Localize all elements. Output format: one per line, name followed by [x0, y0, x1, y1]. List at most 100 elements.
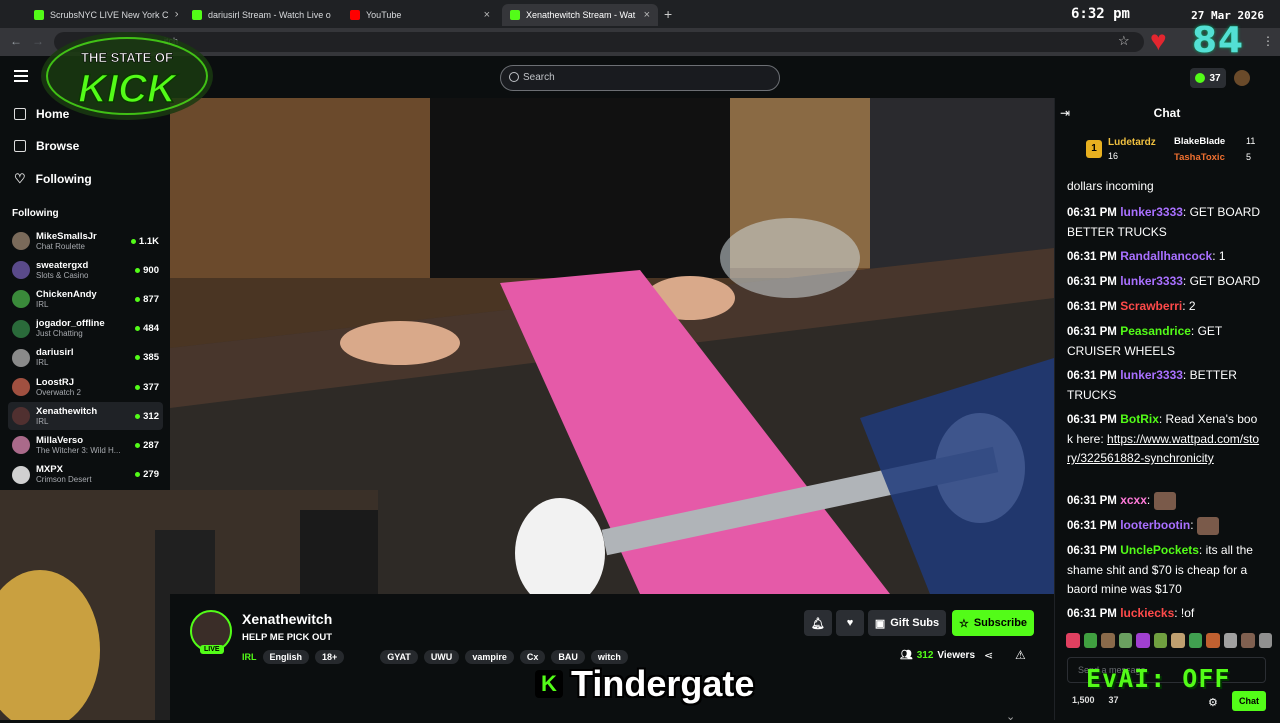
send-chat-button[interactable]: Chat [1232, 691, 1266, 711]
emote-icon[interactable] [1101, 633, 1115, 648]
chat-username[interactable]: Peasandrice [1120, 324, 1191, 338]
chevron-down-icon[interactable]: ⌄ [1006, 710, 1015, 723]
emote-icon[interactable] [1206, 633, 1220, 648]
emote-icon[interactable] [1083, 633, 1097, 648]
close-tab-icon[interactable]: × [484, 9, 490, 21]
chat-timestamp: 06:31 PM [1067, 414, 1117, 426]
following-item[interactable]: MXPX Crimson Desert 279 [8, 461, 163, 489]
share-icon[interactable]: ⋖ [984, 649, 993, 662]
tag-chip[interactable]: Cx [519, 650, 546, 664]
bell-icon: 🔔︎ [811, 617, 825, 630]
channel-category: Crimson Desert [36, 475, 92, 485]
chat-username[interactable]: UnclePockets [1120, 543, 1199, 557]
subscribe-button[interactable]: ☆ Subscribe [952, 610, 1034, 636]
close-tab-icon[interactable]: × [644, 9, 650, 21]
following-item[interactable]: MillaVerso The Witcher 3: Wild H... 287 [8, 431, 163, 459]
chat-timestamp: 06:31 PM [1067, 276, 1117, 288]
follow-button[interactable]: ♥ [836, 610, 864, 636]
language-tag[interactable]: English [262, 650, 310, 664]
channel-avatar [12, 232, 30, 250]
emote-icon[interactable] [1188, 633, 1202, 648]
channel-avatar [12, 407, 30, 426]
channel-category: Slots & Casino [36, 270, 89, 280]
gift-subs-button[interactable]: ▣ Gift Subs [868, 610, 946, 636]
following-item[interactable]: dariusirl IRL 385 [8, 344, 163, 372]
chat-stats: 1,500 37 [1072, 695, 1119, 705]
browser-tab-active[interactable]: Xenathewitch Stream - Wat × [502, 4, 658, 26]
emote-icon[interactable] [1171, 633, 1185, 648]
browser-tab[interactable]: YouTube × [342, 4, 498, 26]
viewer-count: 👥︎ 312 Viewers [900, 650, 975, 661]
emote-icon[interactable] [1118, 633, 1132, 648]
category-tag[interactable]: IRL [242, 652, 257, 662]
tag-chip[interactable]: BAU [551, 650, 585, 664]
browser-menu-icon[interactable]: ⋮ [1262, 34, 1274, 48]
channel-name: ChickenAndy [36, 288, 97, 300]
user-avatar[interactable] [1234, 70, 1250, 86]
chat-username[interactable]: lunker3333 [1120, 274, 1183, 288]
tag-chip[interactable]: witch [590, 650, 628, 664]
chat-username[interactable]: lunker3333 [1120, 368, 1183, 382]
chat-username[interactable]: BotRix [1120, 412, 1159, 426]
settings-gear-icon[interactable]: ⚙ [1208, 696, 1218, 709]
nav-browse[interactable]: Browse [14, 139, 79, 153]
gift-subs-label: Gift Subs [890, 617, 940, 629]
back-icon[interactable]: ← [10, 34, 22, 48]
url-field[interactable]: itch [54, 32, 1144, 52]
streamer-name[interactable]: Xenathewitch [242, 611, 332, 627]
emote-icon[interactable] [1066, 633, 1080, 648]
emote-icon[interactable] [1223, 633, 1237, 648]
mature-tag[interactable]: 18+ [315, 650, 345, 664]
chat-title: Chat [1153, 106, 1181, 120]
tag-chip[interactable]: UWU [423, 650, 460, 664]
tag-chip[interactable]: GYAT [380, 650, 418, 664]
bookmark-star-icon[interactable]: ☆ [1118, 33, 1130, 49]
browser-tab[interactable]: dariusirl Stream - Watch Live o × [184, 4, 336, 26]
notification-bell-button[interactable]: 🔔︎ [804, 610, 832, 636]
new-tab-button[interactable]: + [664, 6, 672, 22]
search-input[interactable]: Search [500, 65, 780, 91]
chat-leaderboard: 1 Ludetardz 16 BlakeBlade 11 TashaToxic … [1060, 132, 1274, 172]
emote-icon[interactable] [1153, 633, 1167, 648]
points-pill[interactable]: 37 [1190, 68, 1226, 88]
following-item[interactable]: ChickenAndy IRL 877 [8, 285, 163, 313]
channel-avatar [12, 348, 30, 367]
channel-viewers: 484 [135, 323, 159, 334]
chat-username[interactable]: Randallhancock [1120, 249, 1212, 263]
chat-username[interactable]: Scrawberri [1120, 299, 1182, 313]
chat-username[interactable]: looterbootin [1120, 518, 1190, 532]
nav-following-label: Following [35, 172, 92, 186]
logo-line2: KICK [78, 67, 179, 111]
tag-chip[interactable]: vampire [465, 650, 514, 664]
close-tab-icon[interactable]: × [175, 9, 178, 21]
chat-username[interactable]: lunker3333 [1120, 205, 1183, 219]
following-item[interactable]: Xenathewitch IRL 312 [8, 402, 163, 431]
following-item[interactable]: MikeSmallsJr Chat Roulette 1.1K [8, 227, 163, 255]
evaai-overlay: EvAI: OFF [1086, 664, 1231, 693]
star-icon: ☆ [958, 617, 969, 630]
channel-points[interactable]: 1,500 [1072, 695, 1095, 705]
kick-points-icon [1195, 73, 1206, 83]
channel-name: LoostRJ [36, 376, 74, 388]
chat-message: 06:31 PM looterbootin: [1067, 516, 1262, 536]
following-item[interactable]: jogador_offline Just Chatting 484 [8, 315, 163, 343]
channel-category: IRL [36, 299, 49, 309]
browser-tab[interactable]: ScrubsNYC LIVE New York C × [26, 4, 178, 26]
emote-icon[interactable] [1136, 633, 1150, 648]
report-icon[interactable]: ⚠ [1015, 648, 1026, 662]
following-item[interactable]: sweatergxd Slots & Casino 900 [8, 256, 163, 284]
heart-icon: ♥ [846, 617, 854, 629]
live-dot-icon [135, 355, 141, 361]
following-item[interactable]: LoostRJ Overwatch 2 377 [8, 373, 163, 401]
chat-username[interactable]: luckiecks [1120, 606, 1174, 620]
nav-following[interactable]: ♡ Following [14, 171, 92, 187]
emote-icon[interactable] [1258, 633, 1272, 648]
chat-username[interactable]: xcxx [1120, 493, 1147, 507]
hamburger-menu-icon[interactable] [14, 70, 28, 82]
leader-name: BlakeBlade [1174, 136, 1226, 147]
channel-avatar [12, 465, 30, 484]
channel-avatar [12, 436, 30, 455]
emote-icon[interactable] [1241, 633, 1255, 648]
channel-viewers: 877 [135, 294, 159, 305]
channel-name: Xenathewitch [36, 405, 98, 417]
